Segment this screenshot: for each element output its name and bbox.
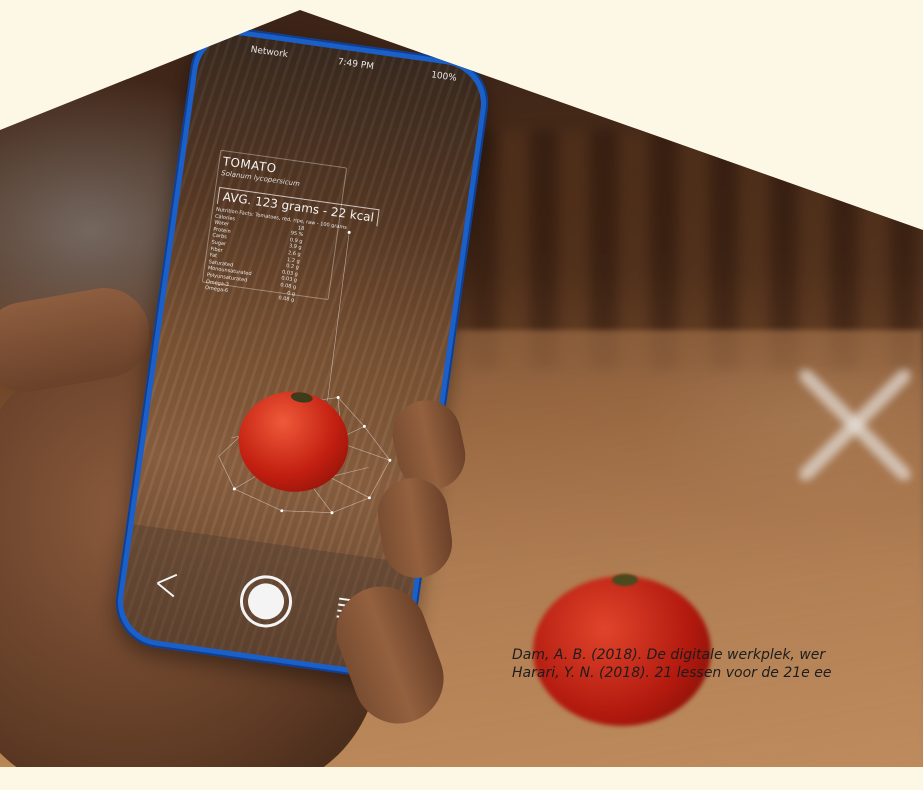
citation-list: Dam, A. B. (2018). De digitale werkplek,…	[512, 646, 831, 682]
citation-1: Dam, A. B. (2018). De digitale werkplek,…	[512, 647, 826, 663]
background-tomato-stem	[612, 574, 638, 586]
panel-frame	[201, 149, 348, 301]
top-band	[0, 0, 923, 60]
shutter-button[interactable]	[236, 572, 296, 631]
share-icon[interactable]	[149, 567, 183, 601]
nutrient-value: 0.08 g	[277, 295, 295, 304]
blurred-stand	[800, 370, 910, 480]
citation-2: Harari, Y. N. (2018). 21 lessen voor de …	[512, 665, 832, 681]
nutrition-panel: TOMATO Solanum lycopersicum AVG. 123 gra…	[201, 149, 412, 319]
